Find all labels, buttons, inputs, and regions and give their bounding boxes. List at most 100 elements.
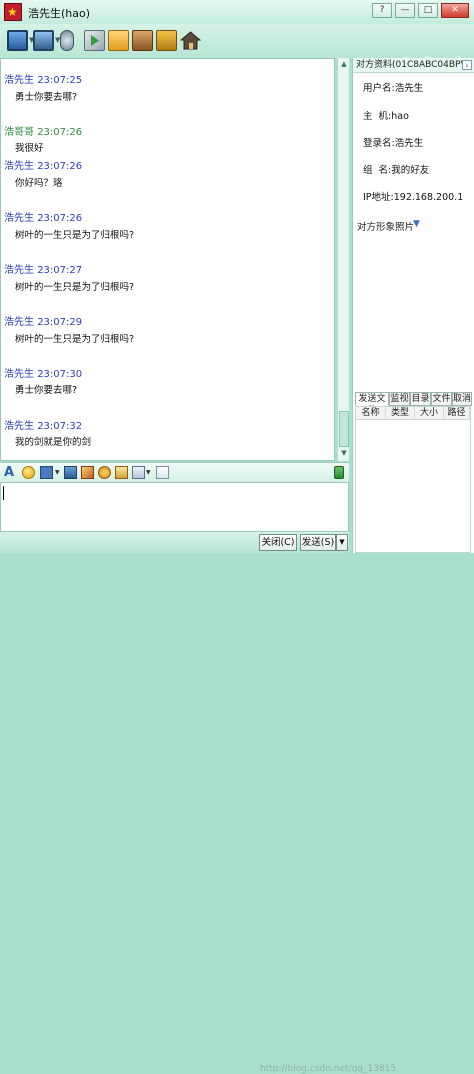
peer-login: 登录名:浩先生 <box>363 135 423 149</box>
peer-username-label: 用户名: <box>363 83 395 94</box>
message-sender: 浩先生 <box>4 213 34 224</box>
send-options-dropdown-icon[interactable]: ▼ <box>336 534 348 551</box>
message-time: 23:07:32 <box>37 421 83 432</box>
message-text: 你好吗？珞 <box>15 178 63 189</box>
message-time: 23:07:30 <box>37 369 83 380</box>
screen-share-icon[interactable] <box>33 30 54 51</box>
message-header: 浩哥哥 23:07:26 <box>4 123 82 138</box>
message-input[interactable] <box>0 482 349 532</box>
share-folder-icon[interactable] <box>156 30 177 51</box>
peer-ip-label: IP地址: <box>363 192 394 203</box>
tab-send-file[interactable]: 发送文件 <box>355 392 389 416</box>
peer-host-label: 主 机: <box>363 111 392 122</box>
peer-username-value: 浩先生 <box>394 83 424 94</box>
tab-file[interactable]: 文件 <box>431 392 452 406</box>
message-text: 树叶的一生只是为了归根吗? <box>15 282 135 293</box>
tab-cancel[interactable]: 取消 <box>452 392 472 406</box>
pen-icon[interactable] <box>81 466 94 479</box>
collapse-icon[interactable]: ‹ <box>462 60 472 70</box>
photo-expand-icon[interactable]: ▼ <box>413 219 420 229</box>
maximize-button[interactable]: □ <box>418 3 438 18</box>
shake-icon[interactable] <box>64 466 77 479</box>
peer-login-label: 登录名: <box>363 138 395 149</box>
tab-directory[interactable]: 目录 <box>410 392 431 406</box>
file-icon[interactable] <box>115 466 128 479</box>
toolbar: ▼ ▼ <box>0 24 474 77</box>
peer-group-value: 我的好友 <box>391 165 430 176</box>
message-sender: 浩先生 <box>4 421 34 432</box>
send-button[interactable]: 发送(S) <box>300 534 336 551</box>
close-window-button[interactable]: ✕ <box>441 3 469 18</box>
message-time: 23:07:26 <box>37 213 83 224</box>
help-button[interactable]: ? <box>372 3 392 18</box>
file-table[interactable]: 名称 类型 大小 路径 <box>355 406 471 553</box>
peer-group-label: 组 名: <box>363 165 392 176</box>
column-header-name[interactable]: 名称 <box>356 407 386 420</box>
message-text: 树叶的一生只是为了归根吗? <box>15 334 135 345</box>
message-time: 23:07:26 <box>37 127 83 138</box>
message-header: 浩先生 23:07:32 <box>4 417 82 432</box>
message-header: 浩先生 23:07:26 <box>4 209 82 224</box>
sticker-icon[interactable] <box>98 466 111 479</box>
message-time: 23:07:26 <box>37 161 83 172</box>
home-icon[interactable] <box>179 30 202 51</box>
scroll-up-icon[interactable]: ▲ <box>339 59 349 70</box>
column-header-size[interactable]: 大小 <box>415 407 444 420</box>
peer-ip: IP地址:192.168.200.1 <box>363 189 463 203</box>
message-sender: 浩哥哥 <box>4 127 34 138</box>
column-header-path[interactable]: 路径 <box>444 407 470 420</box>
message-sender: 浩先生 <box>4 75 34 86</box>
message-header: 浩先生 23:07:26 <box>4 157 82 172</box>
window-title: 浩先生(hao) <box>28 7 91 20</box>
briefcase-icon[interactable] <box>132 30 153 51</box>
message-time: 23:07:27 <box>37 265 83 276</box>
peer-username: 用户名:浩先生 <box>363 80 423 94</box>
screenshot-icon[interactable] <box>40 466 53 479</box>
peer-login-value: 浩先生 <box>394 138 424 149</box>
voice-icon[interactable] <box>132 466 145 479</box>
lock-icon[interactable] <box>334 466 344 479</box>
screenshot-dropdown-icon[interactable]: ▼ <box>55 466 61 479</box>
column-header-type[interactable]: 类型 <box>386 407 415 420</box>
minimize-button[interactable]: — <box>395 3 415 18</box>
emoji-icon[interactable] <box>22 466 35 479</box>
message-sender: 浩先生 <box>4 317 34 328</box>
message-time: 23:07:29 <box>37 317 83 328</box>
scroll-thumb[interactable] <box>339 411 349 447</box>
peer-photo-label[interactable]: 对方形象照片 <box>357 219 414 233</box>
expand-icon[interactable] <box>156 466 169 479</box>
message-time: 23:07:25 <box>37 75 83 86</box>
chat-scrollbar[interactable]: ▲ ▼ <box>337 58 349 461</box>
text-caret <box>3 486 4 500</box>
send-arrow-icon[interactable] <box>84 30 105 51</box>
message-sender: 浩先生 <box>4 369 34 380</box>
tab-monitor[interactable]: 监视 <box>389 392 410 406</box>
peer-host: 主 机:hao <box>363 108 409 122</box>
message-text: 树叶的一生只是为了归根吗? <box>15 230 135 241</box>
folder-icon[interactable] <box>108 30 129 51</box>
message-text: 勇士你要去哪? <box>15 385 78 396</box>
message-text: 我很好 <box>15 143 44 154</box>
font-icon[interactable]: A <box>4 466 17 479</box>
monitor-icon[interactable] <box>7 30 28 51</box>
voice-dropdown-icon[interactable]: ▼ <box>146 466 152 479</box>
peer-info-panel: 对方资料(01C8ABC04BPV) ‹ 用户名:浩先生 主 机:hao 登录名… <box>352 58 474 553</box>
chat-history[interactable]: 浩先生 23:07:25 勇士你要去哪? 浩哥哥 23:07:26 我很好 浩先… <box>0 58 335 461</box>
microphone-icon[interactable] <box>60 30 74 51</box>
bottom-bar: http://blog.csdn.net/qq_13815 关闭(C) 发送(S… <box>0 532 396 1074</box>
message-text: 我的剑就是你的剑 <box>15 437 92 448</box>
message-sender: 浩先生 <box>4 161 34 172</box>
app-icon: ★ <box>4 3 22 21</box>
peer-info-title: 对方资料(01C8ABC04BPV) <box>356 60 471 70</box>
scroll-down-icon[interactable]: ▼ <box>339 448 349 459</box>
message-header: 浩先生 23:07:25 <box>4 71 82 86</box>
message-header: 浩先生 23:07:30 <box>4 365 82 380</box>
title-bar: ★ 浩先生(hao) ? — □ ✕ <box>0 0 474 24</box>
format-bar: A ▼ ▼ <box>0 462 349 482</box>
close-button[interactable]: 关闭(C) <box>259 534 297 551</box>
message-header: 浩先生 23:07:29 <box>4 313 82 328</box>
peer-ip-value: 192.168.200.1 <box>393 192 464 203</box>
peer-group: 组 名:我的好友 <box>363 162 429 176</box>
watermark: http://blog.csdn.net/qq_13815 <box>260 1064 397 1074</box>
peer-host-value: hao <box>391 111 409 122</box>
